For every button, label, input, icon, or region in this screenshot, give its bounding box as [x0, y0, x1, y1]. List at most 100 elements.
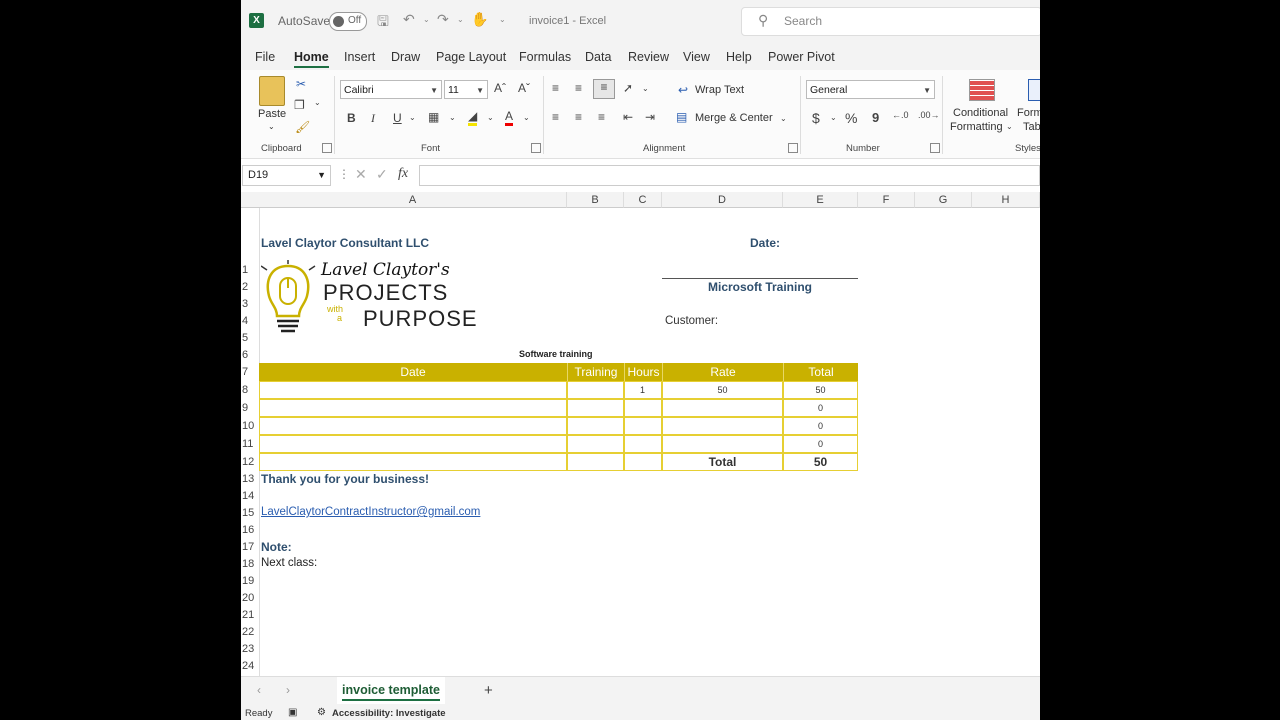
- table-cell[interactable]: [624, 453, 662, 471]
- macro-recording-icon[interactable]: ▣: [288, 707, 297, 718]
- row-header[interactable]: 10: [241, 418, 259, 435]
- table-cell[interactable]: [259, 399, 567, 417]
- row-header[interactable]: 17: [241, 539, 259, 556]
- font-color-dropdown-icon[interactable]: ⌄: [523, 113, 530, 122]
- table-cell[interactable]: [624, 399, 662, 417]
- sheet-tab-invoice-template[interactable]: invoice template: [337, 677, 445, 705]
- tab-review[interactable]: Review: [628, 50, 669, 64]
- cut-icon[interactable]: ✂: [296, 77, 306, 91]
- table-cell[interactable]: [259, 381, 567, 399]
- copy-icon[interactable]: ❐: [294, 98, 305, 112]
- format-as-table-line2[interactable]: Tab: [1023, 121, 1040, 133]
- total-label[interactable]: Total: [662, 453, 783, 471]
- row-header[interactable]: 14: [241, 488, 259, 505]
- align-left-icon[interactable]: ≡: [552, 110, 559, 124]
- row-header[interactable]: 9: [241, 400, 259, 417]
- tab-data[interactable]: Data: [585, 50, 611, 64]
- redo-dropdown-icon[interactable]: ⌄: [457, 15, 464, 24]
- row-header[interactable]: 19: [241, 573, 259, 590]
- table-cell[interactable]: [567, 381, 624, 399]
- paste-dropdown-icon[interactable]: ⌄: [268, 122, 275, 131]
- table-cell[interactable]: [624, 435, 662, 453]
- column-header-e[interactable]: E: [783, 192, 858, 208]
- table-cell[interactable]: [624, 417, 662, 435]
- align-center-icon[interactable]: ≡: [575, 110, 582, 124]
- table-cell[interactable]: [567, 453, 624, 471]
- italic-button[interactable]: I: [371, 111, 375, 126]
- decrease-font-size-icon[interactable]: Aˇ: [518, 81, 530, 95]
- row-header[interactable]: 18: [241, 556, 259, 573]
- format-as-table-line1[interactable]: Form: [1017, 107, 1040, 119]
- column-header-g[interactable]: G: [915, 192, 972, 208]
- row-header[interactable]: 21: [241, 607, 259, 624]
- font-size-dropdown[interactable]: 11 ▼: [444, 80, 488, 99]
- formula-input[interactable]: [419, 165, 1040, 186]
- row-header[interactable]: 2: [241, 279, 259, 296]
- save-icon[interactable]: 🖫: [377, 11, 389, 35]
- merge-dropdown-icon[interactable]: ⌄: [780, 114, 787, 123]
- tab-page-layout[interactable]: Page Layout: [436, 50, 506, 64]
- row-header[interactable]: 6: [241, 347, 259, 364]
- column-header-f[interactable]: F: [858, 192, 915, 208]
- row-header[interactable]: 20: [241, 590, 259, 607]
- table-cell[interactable]: [662, 399, 783, 417]
- worksheet-grid[interactable]: A B C D E F G H 1 2 3 4 5 6 7 8 9 10 11 …: [241, 192, 1040, 676]
- comma-button[interactable]: 9: [872, 110, 879, 125]
- row-header[interactable]: 8: [241, 382, 259, 399]
- table-cell[interactable]: [662, 417, 783, 435]
- alignment-launcher-icon[interactable]: [788, 143, 798, 153]
- font-name-dropdown[interactable]: Calibri ▼: [340, 80, 442, 99]
- select-all-corner[interactable]: [241, 192, 259, 208]
- increase-decimal-icon[interactable]: ←.0: [892, 110, 909, 120]
- row-header[interactable]: 4: [241, 313, 259, 330]
- merge-center-button[interactable]: Merge & Center: [695, 112, 773, 124]
- table-cell[interactable]: [567, 417, 624, 435]
- tab-help[interactable]: Help: [726, 50, 752, 64]
- row-header[interactable]: 1: [241, 262, 259, 279]
- name-box[interactable]: D19 ▼: [242, 165, 331, 186]
- undo-icon[interactable]: ↶: [403, 11, 415, 28]
- table-cell[interactable]: [567, 435, 624, 453]
- tab-file[interactable]: File: [255, 50, 275, 64]
- underline-button[interactable]: U: [393, 111, 402, 125]
- format-painter-icon[interactable]: 🖌: [295, 120, 310, 134]
- tab-formulas[interactable]: Formulas: [519, 50, 571, 64]
- undo-dropdown-icon[interactable]: ⌄: [423, 15, 430, 24]
- conditional-formatting-line1[interactable]: Conditional: [953, 107, 1008, 119]
- currency-button[interactable]: $: [812, 110, 820, 126]
- insert-function-icon[interactable]: fx: [398, 166, 408, 182]
- table-cell[interactable]: [259, 453, 567, 471]
- table-cell[interactable]: 50: [783, 381, 858, 399]
- autosave-toggle[interactable]: Off: [329, 12, 367, 31]
- table-cell[interactable]: 1: [624, 381, 662, 399]
- more-options-icon[interactable]: ⋮: [338, 167, 350, 181]
- tab-power-pivot[interactable]: Power Pivot: [768, 50, 835, 64]
- row-header[interactable]: 3: [241, 296, 259, 313]
- fill-color-dropdown-icon[interactable]: ⌄: [487, 113, 494, 122]
- wrap-text-button[interactable]: Wrap Text: [695, 84, 744, 96]
- bottom-align-icon[interactable]: ≡: [593, 79, 615, 99]
- table-cell[interactable]: [567, 399, 624, 417]
- row-header[interactable]: 12: [241, 454, 259, 471]
- conditional-formatting-line2[interactable]: Formatting: [950, 121, 1003, 133]
- borders-icon[interactable]: ▦: [428, 110, 439, 124]
- customize-toolbar-icon[interactable]: ⌄: [499, 15, 506, 24]
- search-box[interactable]: ⚲ Search: [741, 7, 1040, 36]
- tab-insert[interactable]: Insert: [344, 50, 375, 64]
- redo-icon[interactable]: ↷: [437, 11, 449, 28]
- underline-dropdown-icon[interactable]: ⌄: [409, 113, 416, 122]
- total-value[interactable]: 50: [783, 453, 858, 471]
- touch-mode-icon[interactable]: ✋: [471, 11, 488, 28]
- cancel-icon[interactable]: ✕: [355, 166, 367, 183]
- row-header[interactable]: 23: [241, 641, 259, 658]
- copy-dropdown-icon[interactable]: ⌄: [314, 98, 321, 107]
- column-header-d[interactable]: D: [662, 192, 783, 208]
- bold-button[interactable]: B: [347, 111, 356, 125]
- clipboard-launcher-icon[interactable]: [322, 143, 332, 153]
- row-header[interactable]: 13: [241, 471, 259, 488]
- accessibility-icon[interactable]: ⚙: [317, 707, 326, 718]
- orientation-dropdown-icon[interactable]: ⌄: [642, 84, 649, 93]
- column-header-c[interactable]: C: [624, 192, 662, 208]
- borders-dropdown-icon[interactable]: ⌄: [449, 113, 456, 122]
- enter-icon[interactable]: ✓: [376, 166, 388, 183]
